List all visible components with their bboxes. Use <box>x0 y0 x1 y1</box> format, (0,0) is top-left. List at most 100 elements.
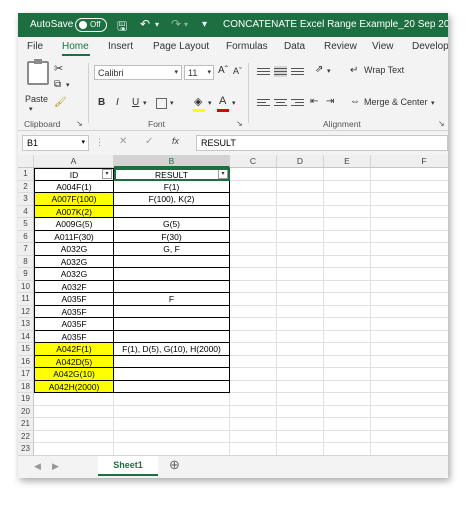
empty-cell[interactable] <box>371 318 448 331</box>
empty-cell[interactable] <box>324 268 371 281</box>
cell-id[interactable] <box>34 393 114 406</box>
column-header-c[interactable]: C <box>230 155 277 168</box>
empty-cell[interactable] <box>324 243 371 256</box>
header-cell-result[interactable]: RESULT <box>114 168 230 181</box>
cell-result[interactable] <box>114 318 230 331</box>
empty-cell[interactable] <box>324 255 371 268</box>
row-header[interactable]: 17 <box>18 368 34 381</box>
cell-result[interactable] <box>114 280 230 293</box>
format-painter-icon[interactable]: 🖌 <box>54 97 67 108</box>
row-header[interactable]: 1 <box>18 168 34 181</box>
cell-result[interactable]: G, F <box>114 243 230 256</box>
select-all-corner[interactable] <box>18 155 34 168</box>
clipboard-launcher-icon[interactable]: ↘ <box>76 119 83 128</box>
cell-id[interactable] <box>34 418 114 431</box>
row-header[interactable]: 14 <box>18 330 34 343</box>
empty-cell[interactable] <box>277 355 324 368</box>
cell-id[interactable]: A007F(100) <box>34 193 114 206</box>
empty-cell[interactable] <box>371 406 448 418</box>
cell-id[interactable] <box>34 443 114 455</box>
column-header-e[interactable]: E <box>324 155 371 168</box>
cell-id[interactable]: A042G(10) <box>34 368 114 381</box>
font-color-icon[interactable]: A <box>219 95 226 107</box>
cell-result[interactable] <box>114 405 230 418</box>
row-header[interactable]: 18 <box>18 380 34 393</box>
tab-file[interactable]: File <box>27 41 43 52</box>
empty-cell[interactable] <box>277 305 324 318</box>
row-header[interactable]: 2 <box>18 180 34 193</box>
empty-cell[interactable] <box>324 405 371 418</box>
empty-cell[interactable] <box>324 430 371 443</box>
empty-cell[interactable] <box>324 418 371 431</box>
cell-id[interactable] <box>34 430 114 443</box>
scroll-sheets-left-icon[interactable]: ◀ <box>34 461 41 472</box>
tab-page-layout[interactable]: Page Layout <box>153 41 209 52</box>
empty-cell[interactable] <box>230 393 277 406</box>
column-header-a[interactable]: A <box>34 155 114 168</box>
cell-result[interactable]: F(1), D(5), G(10), H(2000) <box>114 343 230 356</box>
empty-cell[interactable] <box>230 368 277 381</box>
cell-id[interactable]: A035F <box>34 305 114 318</box>
row-header[interactable]: 3 <box>18 193 34 206</box>
formula-input[interactable]: RESULT <box>196 135 448 151</box>
cell-id[interactable]: A032G <box>34 243 114 256</box>
empty-cell[interactable] <box>371 418 448 431</box>
borders-dropdown-icon[interactable]: ▾ <box>170 99 174 107</box>
column-header-b[interactable]: B <box>114 155 230 168</box>
cell-result[interactable] <box>114 268 230 281</box>
empty-cell[interactable] <box>277 343 324 356</box>
empty-cell[interactable] <box>371 443 448 455</box>
empty-cell[interactable] <box>230 405 277 418</box>
undo-icon[interactable]: ↶ <box>140 17 150 31</box>
cell-result[interactable] <box>114 355 230 368</box>
empty-cell[interactable] <box>371 256 448 268</box>
empty-cell[interactable] <box>371 381 448 393</box>
underline-dropdown-icon[interactable]: ▾ <box>143 99 147 107</box>
cell-id[interactable]: A032F <box>34 280 114 293</box>
row-header[interactable]: 6 <box>18 230 34 243</box>
row-header[interactable]: 20 <box>18 405 34 418</box>
row-header[interactable]: 9 <box>18 268 34 281</box>
cell-result[interactable] <box>114 305 230 318</box>
insert-function-button[interactable]: fx <box>172 136 179 146</box>
cell-id[interactable]: A042H(2000) <box>34 380 114 393</box>
cell-result[interactable] <box>114 393 230 406</box>
tab-developer[interactable]: Develop <box>412 41 448 52</box>
cell-result[interactable] <box>114 330 230 343</box>
cell-id[interactable] <box>34 405 114 418</box>
autosave-toggle[interactable]: Off <box>75 18 107 32</box>
cell-result[interactable] <box>114 368 230 381</box>
cell-result[interactable]: F(100), K(2) <box>114 193 230 206</box>
empty-cell[interactable] <box>371 306 448 318</box>
filter-dropdown-icon[interactable]: ▾ <box>102 169 112 179</box>
cell-result[interactable] <box>114 430 230 443</box>
row-header[interactable]: 16 <box>18 355 34 368</box>
row-header[interactable]: 13 <box>18 318 34 331</box>
empty-cell[interactable] <box>277 443 324 455</box>
empty-cell[interactable] <box>277 230 324 243</box>
empty-cell[interactable] <box>230 430 277 443</box>
bold-button[interactable]: B <box>98 97 105 108</box>
align-left-icon[interactable] <box>257 97 270 108</box>
empty-cell[interactable] <box>277 318 324 331</box>
empty-cell[interactable] <box>324 218 371 231</box>
empty-cell[interactable] <box>230 355 277 368</box>
scroll-sheets-right-icon[interactable]: ▶ <box>52 461 59 472</box>
empty-cell[interactable] <box>324 168 371 181</box>
row-header[interactable]: 7 <box>18 243 34 256</box>
empty-cell[interactable] <box>277 193 324 206</box>
empty-cell[interactable] <box>230 318 277 331</box>
font-name-box[interactable]: Calibri ▾ <box>94 65 182 80</box>
empty-cell[interactable] <box>324 393 371 406</box>
empty-cell[interactable] <box>230 330 277 343</box>
empty-cell[interactable] <box>277 380 324 393</box>
redo-icon[interactable]: ↷ <box>171 17 181 31</box>
empty-cell[interactable] <box>371 181 448 193</box>
sheet-tab-sheet1[interactable]: Sheet1 <box>98 456 158 476</box>
font-size-box[interactable]: 11 ▾ <box>184 65 214 80</box>
empty-cell[interactable] <box>230 205 277 218</box>
empty-cell[interactable] <box>230 343 277 356</box>
cell-result[interactable] <box>114 255 230 268</box>
empty-cell[interactable] <box>277 330 324 343</box>
empty-cell[interactable] <box>230 443 277 455</box>
